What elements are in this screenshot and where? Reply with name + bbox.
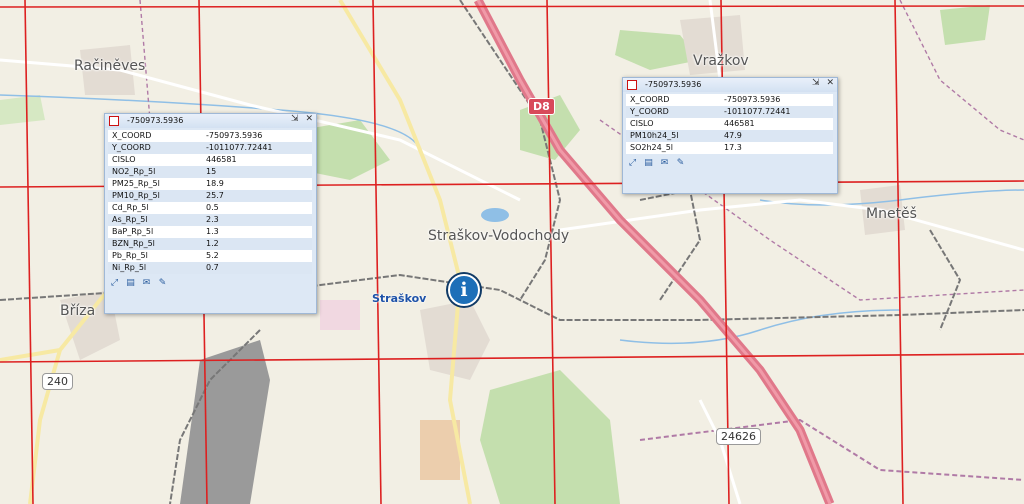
attribute-table: X_COORD -750973.5936 Y_COORD -1011077.72441…: [108, 130, 312, 274]
edit-icon[interactable]: ✎: [157, 278, 168, 288]
attribute-value: -750973.5936: [724, 95, 781, 104]
forest-area: [940, 5, 990, 45]
zoom-to-icon[interactable]: ⤢: [109, 278, 120, 288]
zoom-to-icon[interactable]: ⤢: [627, 158, 638, 168]
feature-info-popup[interactable]: -750973.5936 ⇲ ✕ X_COORD -750973.5936 Y_CO…: [622, 77, 838, 194]
attribute-key: Ni_Rp_5l: [108, 262, 202, 274]
attribute-row: Pb_Rp_5l 5.2: [108, 250, 312, 262]
feature-info-popup[interactable]: -750973.5936 ⇲ ✕ X_COORD -750973.5936 Y_CO…: [104, 113, 317, 314]
attribute-value: 17.3: [724, 143, 742, 152]
attribute-row: Y_COORD -1011077.72441: [626, 106, 833, 118]
popup-header[interactable]: -750973.5936 ⇲ ✕: [105, 114, 316, 128]
attribute-key: NO2_Rp_5l: [108, 166, 202, 178]
attribute-row: NO2_Rp_5l 15: [108, 166, 312, 178]
popup-header[interactable]: -750973.5936 ⇲ ✕: [623, 78, 837, 92]
pin-icon[interactable]: ⇲: [812, 78, 820, 88]
place-label: Mnetěš: [866, 206, 917, 222]
close-icon[interactable]: ✕: [305, 114, 313, 124]
pin-icon[interactable]: ⇲: [291, 114, 299, 124]
attribute-key: X_COORD: [112, 131, 152, 140]
attribute-row: CISLO 446581: [626, 118, 833, 130]
place-label: Bříza: [60, 303, 96, 319]
attribute-value: 18.9: [206, 179, 224, 188]
attribute-row: As_Rp_5l 2.3: [108, 214, 312, 226]
attribute-key: SO2h24_5l: [630, 143, 674, 152]
attribute-key: BZN_Rp_5l: [108, 238, 202, 250]
attribute-row: CISLO 446581: [108, 154, 312, 166]
attribute-row: Ni_Rp_5l 0.7: [108, 262, 312, 274]
attribute-value: 15: [202, 166, 312, 178]
road-shield-d8: D8: [528, 98, 555, 115]
attribute-value: 2.3: [202, 214, 312, 226]
attribute-value: 25.7: [202, 190, 312, 202]
popup-title: -750973.5936: [127, 116, 184, 125]
road: [698, 399, 742, 504]
attribute-row: Cd_Rp_5l 0.5: [108, 202, 312, 214]
feature-square-icon: [627, 80, 637, 90]
road-shield-24626: 24626: [716, 428, 761, 445]
attribute-value: 0.7: [202, 262, 312, 274]
mail-icon[interactable]: ✉: [659, 158, 670, 168]
forest-area: [480, 370, 620, 504]
attribute-table: X_COORD -750973.5936 Y_COORD -1011077.72441…: [626, 94, 833, 154]
info-marker-icon[interactable]: i: [448, 274, 480, 306]
attribute-value: 446581: [206, 155, 237, 164]
attribute-row: SO2h24_5l 17.3: [626, 142, 833, 154]
attribute-key: Pb_Rp_5l: [112, 251, 148, 260]
edit-icon[interactable]: ✎: [675, 158, 686, 168]
popup-title: -750973.5936: [645, 80, 702, 89]
attribute-key: PM10h24_5l: [626, 130, 720, 142]
place-label: Vražkov: [693, 53, 749, 69]
forest-area: [0, 95, 45, 125]
attribute-key: CISLO: [112, 155, 136, 164]
layers-icon[interactable]: ▤: [125, 278, 136, 288]
attribute-row: PM25_Rp_5l 18.9: [108, 178, 312, 190]
attribute-key: BaP_Rp_5l: [112, 227, 154, 236]
attribute-value: -1011077.72441: [202, 142, 312, 154]
attribute-row: PM10_Rp_5l 25.7: [108, 190, 312, 202]
feature-square-icon: [109, 116, 119, 126]
attribute-value: 0.5: [206, 203, 219, 212]
attribute-value: 47.9: [720, 130, 833, 142]
stream: [619, 309, 901, 345]
attribute-row: BZN_Rp_5l 1.2: [108, 238, 312, 250]
attribute-value: 1.3: [206, 227, 219, 236]
attribute-key: X_COORD: [630, 95, 670, 104]
admin-boundary: [639, 418, 1024, 481]
station-label: Straškov: [372, 292, 427, 305]
attribute-value: -1011077.72441: [720, 106, 833, 118]
attribute-key: CISLO: [630, 119, 654, 128]
popup-toolbar: ⤢ ▤ ✉ ✎: [623, 158, 837, 172]
attribute-row: BaP_Rp_5l 1.3: [108, 226, 312, 238]
attribute-key: Y_COORD: [626, 106, 720, 118]
attribute-value: 5.2: [206, 251, 219, 260]
attribute-row: X_COORD -750973.5936: [626, 94, 833, 106]
attribute-key: PM25_Rp_5l: [112, 179, 160, 188]
mail-icon[interactable]: ✉: [141, 278, 152, 288]
railway: [929, 229, 962, 331]
attribute-row: Y_COORD -1011077.72441: [108, 142, 312, 154]
attribute-value: 1.2: [202, 238, 312, 250]
attribute-value: 446581: [724, 119, 755, 128]
attribute-key: Y_COORD: [108, 142, 202, 154]
attribute-value: -750973.5936: [206, 131, 263, 140]
farmland-area: [320, 300, 360, 330]
place-label: Račiněves: [74, 58, 146, 74]
close-icon[interactable]: ✕: [826, 78, 834, 88]
place-label: Straškov-Vodochody: [428, 228, 570, 244]
attribute-key: As_Rp_5l: [108, 214, 202, 226]
layers-icon[interactable]: ▤: [643, 158, 654, 168]
attribute-key: Cd_Rp_5l: [112, 203, 149, 212]
road-shield-240: 240: [42, 373, 73, 390]
attribute-row: PM10h24_5l 47.9: [626, 130, 833, 142]
attribute-row: X_COORD -750973.5936: [108, 130, 312, 142]
attribute-key: PM10_Rp_5l: [108, 190, 202, 202]
popup-toolbar: ⤢ ▤ ✉ ✎: [105, 278, 316, 292]
pond: [481, 208, 509, 222]
